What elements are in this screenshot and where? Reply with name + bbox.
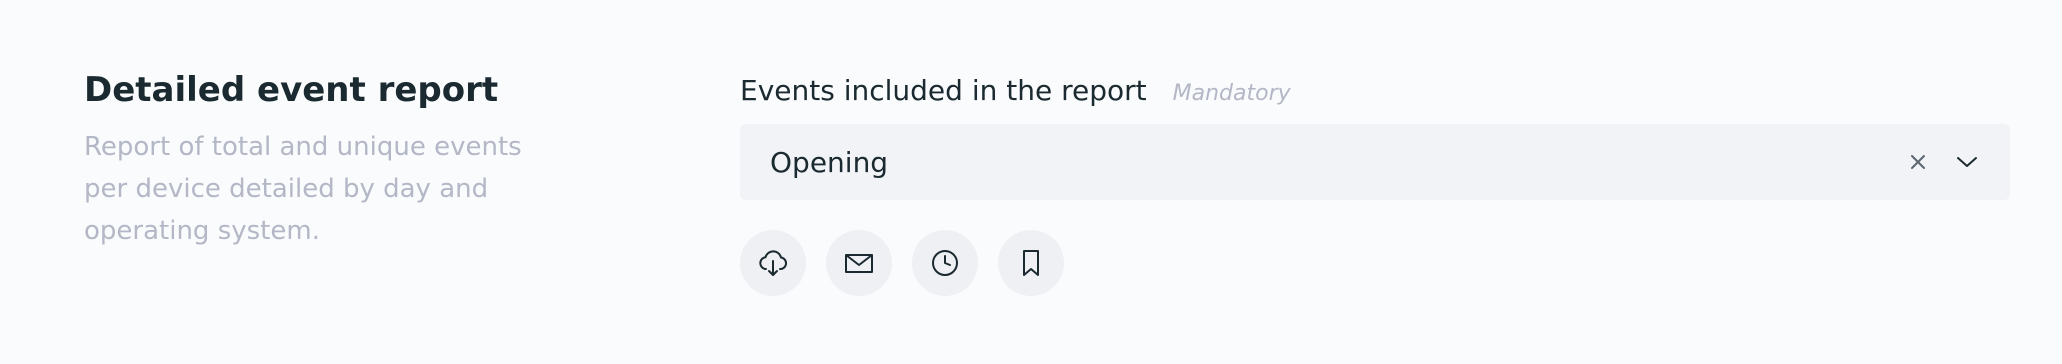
report-info: Detailed event report Report of total an… (84, 66, 564, 252)
report-actions (740, 230, 2010, 296)
mandatory-hint: Mandatory (1172, 81, 1291, 106)
report-title: Detailed event report (84, 70, 499, 110)
events-select[interactable]: Opening (740, 124, 2010, 200)
events-section: Events included in the report Mandatory … (740, 74, 2010, 296)
cloud-download-icon (759, 250, 787, 276)
bookmark-button[interactable] (998, 230, 1064, 296)
mail-icon (845, 254, 873, 273)
close-icon[interactable] (1906, 150, 1930, 174)
chevron-down-icon[interactable] (1952, 147, 1982, 177)
download-button[interactable] (740, 230, 806, 296)
schedule-button[interactable] (912, 230, 978, 296)
clock-icon (932, 250, 958, 276)
events-selected-value: Opening (770, 145, 889, 179)
email-button[interactable] (826, 230, 892, 296)
bookmark-icon (1023, 250, 1039, 276)
report-description: Report of total and unique events per de… (84, 132, 522, 246)
events-field-label: Events included in the report (740, 74, 1147, 107)
events-label-row: Events included in the report Mandatory (740, 74, 2010, 116)
